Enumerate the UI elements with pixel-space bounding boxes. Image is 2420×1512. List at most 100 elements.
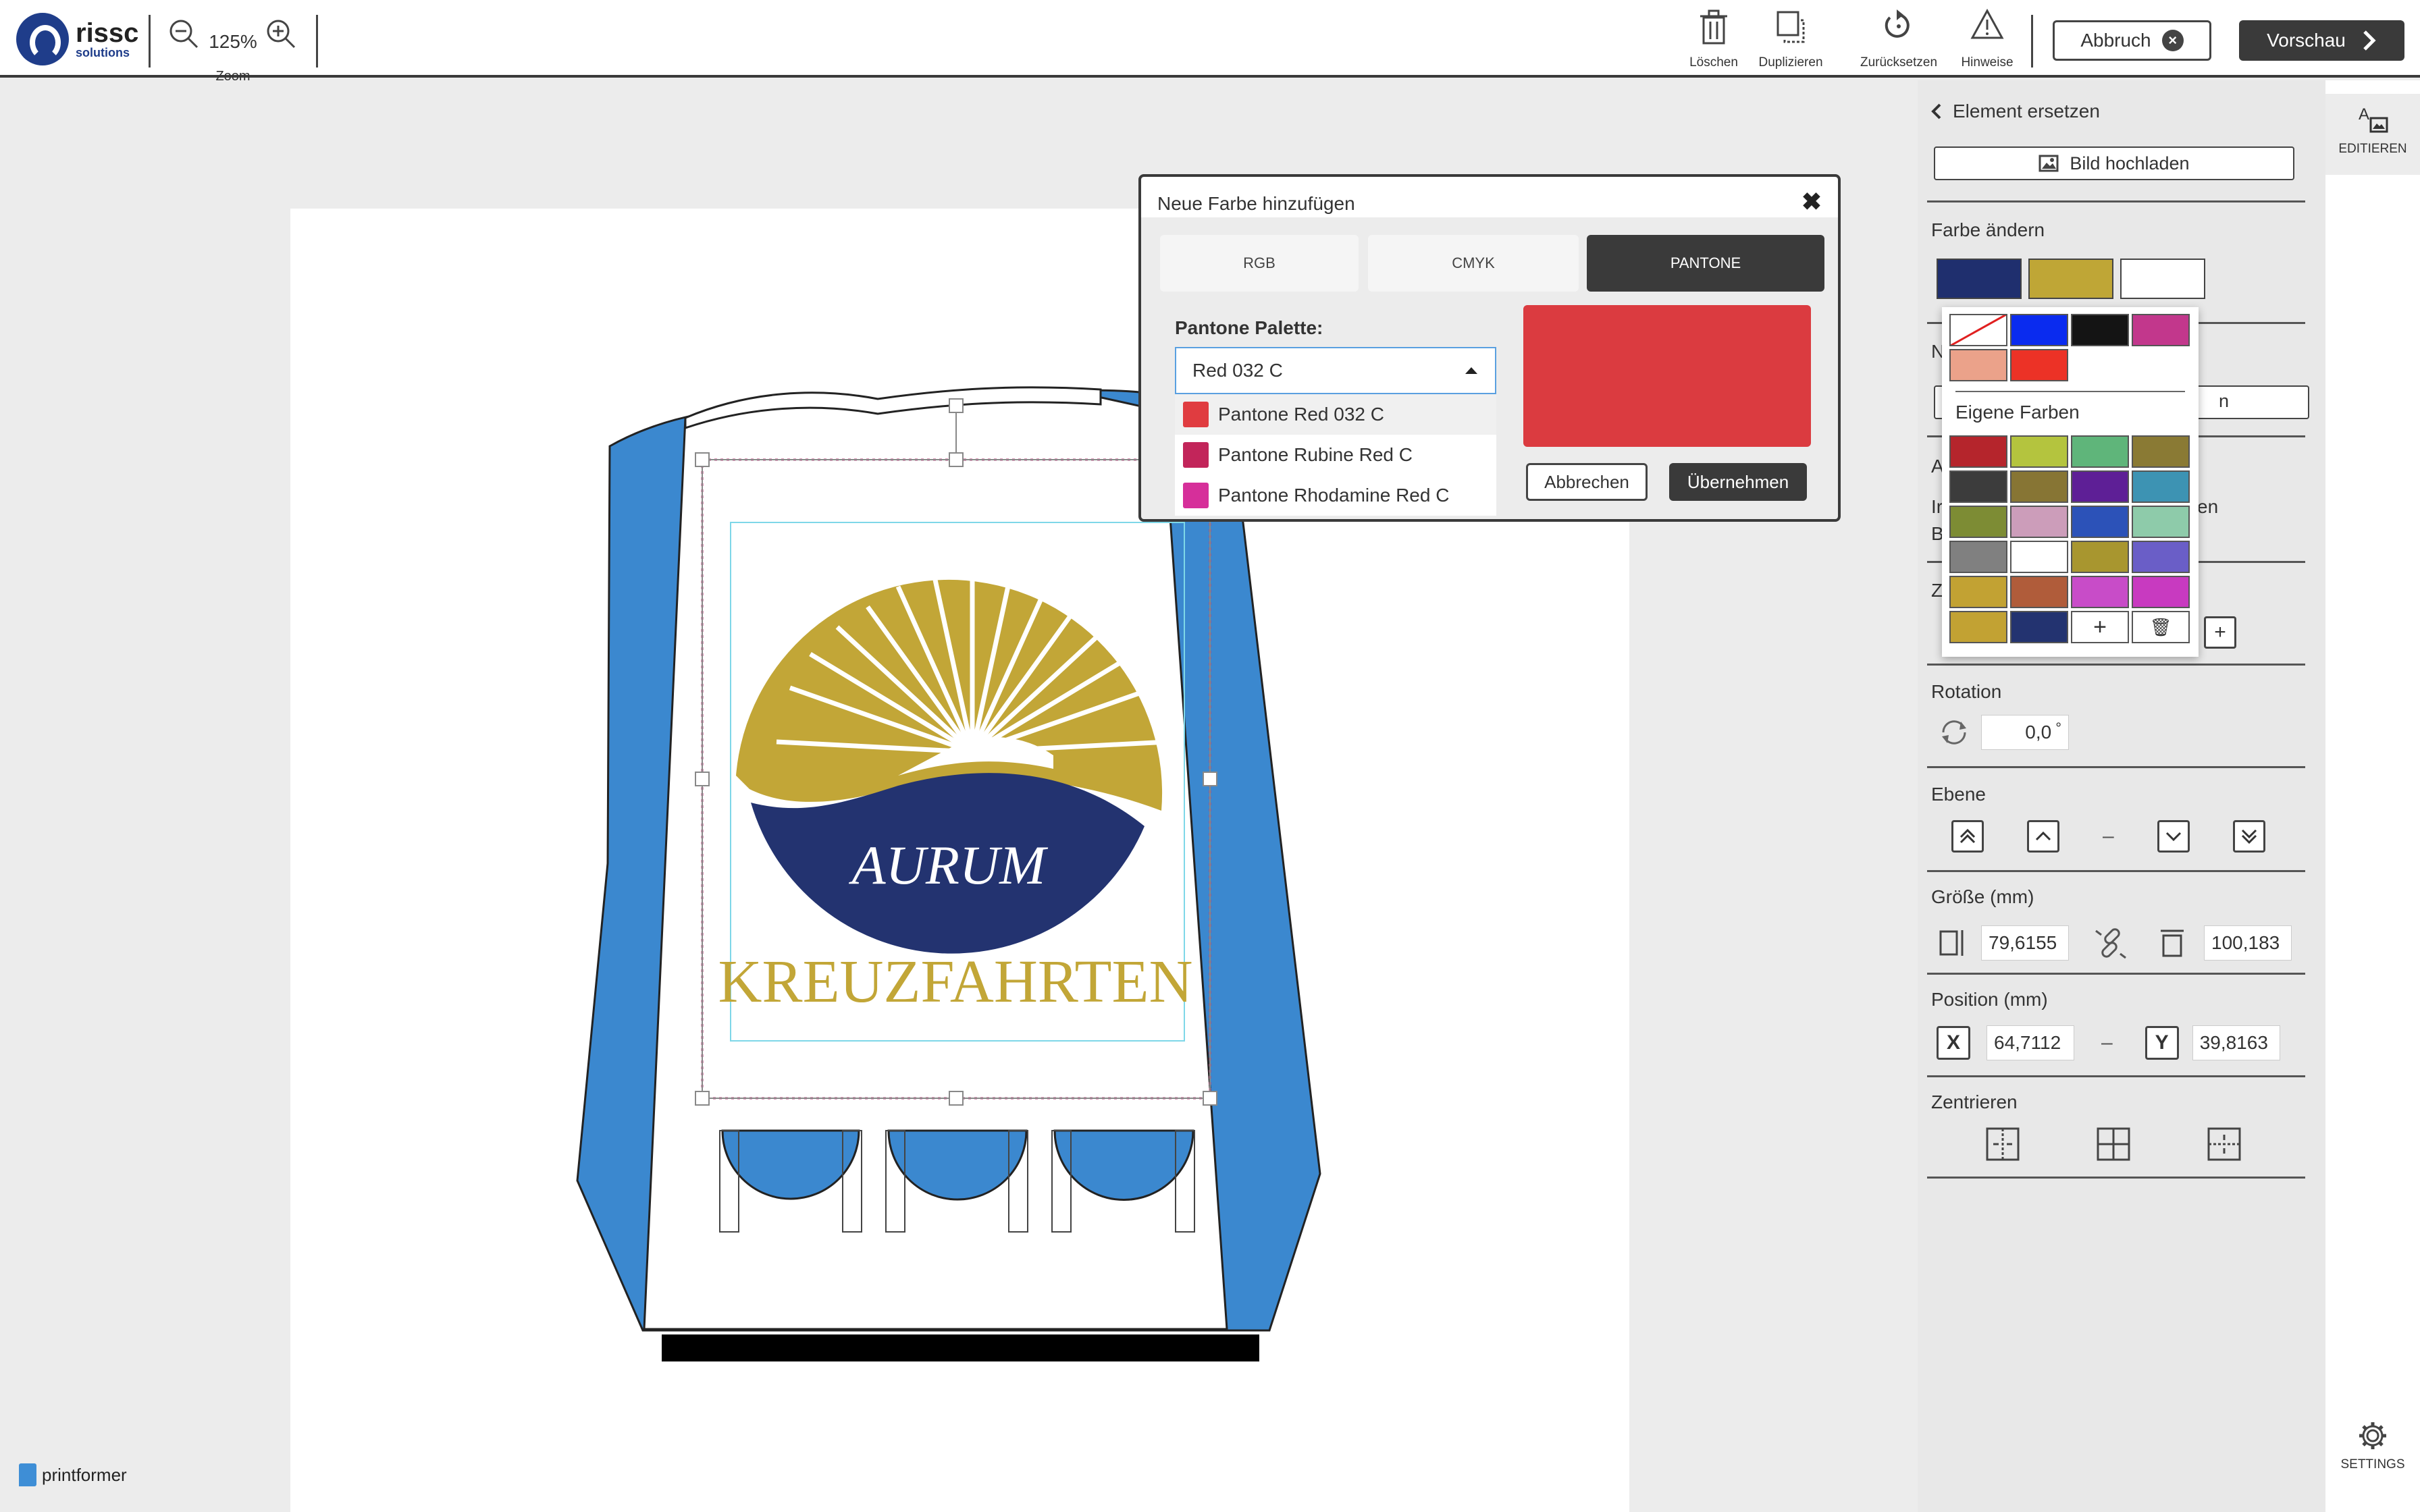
y-position-input[interactable]: 39,8163	[2192, 1025, 2280, 1060]
palette-swatch[interactable]	[2071, 576, 2129, 608]
reset-button[interactable]: Zurücksetzen	[1858, 8, 1939, 70]
chevron-right-icon	[2363, 30, 2376, 51]
tab-cmyk[interactable]: CMYK	[1368, 235, 1579, 292]
palette-swatch[interactable]	[2010, 314, 2068, 346]
top-toolbar: rissc solutions 125% Zoom Löschen Dupliz…	[0, 0, 2420, 84]
rotate-icon[interactable]	[1937, 715, 1972, 750]
palette-swatch[interactable]	[2071, 314, 2129, 346]
palette-swatch[interactable]	[1949, 541, 2007, 573]
color-swatch-3[interactable]	[2120, 259, 2205, 299]
preview-label: Vorschau	[2267, 30, 2346, 51]
cancel-button[interactable]: Abbruch ×	[2053, 20, 2211, 61]
pantone-options-list: Pantone Red 032 C Pantone Rubine Red C P…	[1175, 394, 1496, 516]
add-color-icon[interactable]: +	[2071, 611, 2129, 643]
edit-text-image-icon: A	[2359, 105, 2388, 133]
palette-swatch[interactable]	[1949, 506, 2007, 538]
rissc-logo-icon	[16, 13, 69, 65]
printformer-label: printformer	[42, 1464, 127, 1485]
replace-element-title: Element ersetzen	[1953, 101, 2100, 122]
tab-edit[interactable]: A EDITIEREN	[2325, 94, 2420, 175]
new-color-dialog: Neue Farbe hinzufügen ✖ RGB CMYK PANTONE…	[1138, 174, 1841, 522]
delete-label: Löschen	[1689, 55, 1738, 70]
center-horizontal-icon[interactable]	[2207, 1127, 2242, 1162]
layer-down-icon[interactable]	[2157, 820, 2190, 853]
logo-subtitle: KREUZFAHRTEN	[718, 948, 1193, 1015]
svg-text:A: A	[2359, 105, 2369, 124]
close-icon[interactable]: ✖	[1801, 188, 1822, 216]
add-icon[interactable]: +	[2204, 616, 2236, 649]
section-divider	[1927, 766, 2305, 768]
palette-swatch[interactable]	[1949, 435, 2007, 468]
section-divider	[1927, 973, 2305, 975]
palette-swatch[interactable]	[2132, 314, 2190, 346]
palette-swatch[interactable]	[2071, 435, 2129, 468]
palette-swatch[interactable]	[2132, 470, 2190, 503]
pantone-option[interactable]: Pantone Rhodamine Red C	[1175, 475, 1496, 516]
color-swatch-2[interactable]	[2028, 259, 2113, 299]
center-both-icon[interactable]	[2096, 1127, 2131, 1162]
width-input[interactable]: 79,6155	[1981, 925, 2069, 961]
palette-swatch[interactable]	[2132, 435, 2190, 468]
palette-swatch[interactable]	[2010, 506, 2068, 538]
palette-swatch[interactable]	[1949, 349, 2007, 381]
duplicate-label: Duplizieren	[1758, 55, 1823, 70]
zoom-out-icon[interactable]	[165, 18, 203, 55]
color-swatch-1[interactable]	[1937, 259, 2022, 299]
palette-swatch[interactable]	[2132, 576, 2190, 608]
x-position-icon: X	[1937, 1026, 1970, 1060]
height-icon	[2161, 929, 2184, 957]
palette-swatch[interactable]	[2010, 349, 2068, 381]
layer-up-icon[interactable]	[2027, 820, 2059, 853]
palette-swatch[interactable]	[2010, 435, 2068, 468]
pantone-select-value: Red 032 C	[1192, 360, 1283, 381]
palette-swatch[interactable]	[1949, 611, 2007, 643]
x-position-input[interactable]: 64,7112	[1987, 1025, 2074, 1060]
printformer-logo-icon	[19, 1463, 36, 1486]
zoom-in-icon[interactable]	[263, 18, 300, 55]
cancel-label: Abbruch	[2080, 30, 2151, 51]
link-icon[interactable]	[2092, 924, 2130, 962]
upload-image-button[interactable]: Bild hochladen	[1934, 146, 2294, 180]
hints-label: Hinweise	[1961, 55, 2014, 70]
palette-swatch[interactable]	[2132, 541, 2190, 573]
palette-swatch[interactable]	[2071, 541, 2129, 573]
hints-button[interactable]: Hinweise	[1957, 8, 2018, 70]
tab-settings[interactable]: SETTINGS	[2325, 1420, 2420, 1472]
palette-swatch[interactable]	[2010, 541, 2068, 573]
x-position-value: 64,7112	[1994, 1032, 2061, 1053]
palette-swatch[interactable]	[2132, 506, 2190, 538]
delete-color-icon[interactable]: 🗑	[2132, 611, 2190, 643]
duplicate-button[interactable]: Duplizieren	[1757, 8, 1824, 70]
rotation-unit: °	[2055, 720, 2061, 736]
palette-swatch[interactable]	[2010, 576, 2068, 608]
palette-swatch[interactable]	[1949, 576, 2007, 608]
basic-colors	[1949, 314, 2190, 381]
palette-swatch[interactable]	[2071, 470, 2129, 503]
section-divider	[1927, 200, 2305, 202]
duplicate-icon	[1777, 11, 1805, 43]
option-label: Pantone Rhodamine Red C	[1218, 485, 1450, 506]
layer-to-back-icon[interactable]	[2232, 820, 2265, 853]
pantone-option[interactable]: Pantone Rubine Red C	[1175, 435, 1496, 475]
dialog-cancel-button[interactable]: Abbrechen	[1526, 463, 1648, 501]
rotation-input[interactable]: 0,0 °	[1981, 715, 2069, 750]
no-color-swatch[interactable]	[1949, 314, 2007, 346]
dialog-apply-button[interactable]: Übernehmen	[1669, 463, 1807, 501]
palette-swatch[interactable]	[2010, 470, 2068, 503]
pantone-select[interactable]: Red 032 C	[1175, 347, 1496, 394]
tab-pantone[interactable]: PANTONE	[1587, 235, 1824, 292]
palette-swatch[interactable]	[2010, 611, 2068, 643]
option-color-swatch	[1183, 442, 1209, 468]
obscured-title-z: Z	[1931, 580, 1943, 601]
height-input[interactable]: 100,183	[2204, 925, 2292, 961]
pantone-option[interactable]: Pantone Red 032 C	[1175, 394, 1496, 435]
center-vertical-icon[interactable]	[1985, 1127, 2020, 1162]
layer-to-front-icon[interactable]	[1951, 820, 1984, 853]
palette-swatch[interactable]	[1949, 470, 2007, 503]
tab-rgb[interactable]: RGB	[1160, 235, 1359, 292]
preview-button[interactable]: Vorschau	[2239, 20, 2404, 61]
divider	[2031, 15, 2033, 68]
palette-swatch[interactable]	[2071, 506, 2129, 538]
delete-button[interactable]: Löschen	[1687, 8, 1741, 70]
replace-element-header[interactable]: Element ersetzen	[1931, 101, 2100, 122]
